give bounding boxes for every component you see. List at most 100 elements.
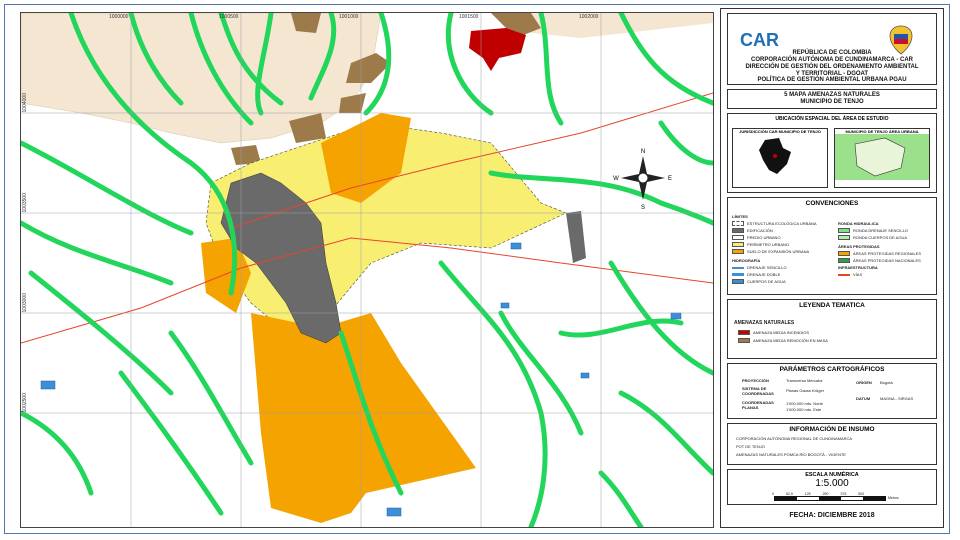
hydro-title: HIDROGRAFÍA: [732, 258, 761, 263]
param-value: Transversa Mercator: [786, 378, 823, 383]
legend-item: ESTRUCTURA ECOLÓGICA URBANA: [732, 221, 817, 226]
parameters-box: PARÁMETROS CARTOGRÁFICOS PROYECCIÓN Tran…: [727, 363, 937, 419]
legend-swatch: [738, 330, 750, 335]
location-inset-urban: MUNICIPIO DE TENJO ÁREA URBANA: [834, 128, 930, 188]
left-tick: 1002500: [22, 393, 28, 413]
thematic-legend-box: LEYENDA TEMATICA AMENAZAS NATURALES AMEN…: [727, 299, 937, 359]
date-box: FECHA: DICIEMBRE 2018: [727, 509, 937, 525]
compass-south: S: [641, 205, 645, 211]
map-title-box: 5 MAPA AMENAZAS NATURALES MUNICIPIO DE T…: [727, 89, 937, 109]
legend-swatch: [732, 273, 744, 276]
scale-title: ESCALA NUMÉRICA: [805, 472, 859, 478]
ronda-title: RONDA HIDRAULICA: [838, 221, 879, 226]
param-label: ORIGEN: [856, 380, 872, 385]
header-box: CAR REPÚBLICA DE COLOMBIA CORPORACIÓN AU…: [727, 13, 937, 85]
legend-panel: CAR REPÚBLICA DE COLOMBIA CORPORACIÓN AU…: [720, 8, 944, 528]
scale-box: ESCALA NUMÉRICA 1:5.000 0 62,5 125 250 3…: [727, 469, 937, 505]
top-tick: 1001500: [459, 14, 479, 20]
limits-title: LÍMITES: [732, 214, 748, 219]
jurisdiction-map-icon: [759, 138, 791, 174]
scale-tick: 500: [858, 492, 865, 496]
legend-item: PREDIO URBANO: [732, 235, 781, 240]
legend-item: CUERPOS DE AGUA: [732, 279, 786, 284]
top-tick: 1000000: [109, 14, 129, 20]
legend-swatch: [732, 266, 744, 269]
legend-swatch: [732, 228, 744, 233]
terrain-zone: [21, 13, 382, 144]
location-title: UBICACIÓN ESPACIAL DEL ÁREA DE ESTUDIO: [775, 116, 889, 122]
param-label: SISTEMA DE COORDENADAS: [742, 386, 774, 396]
map-date: FECHA: DICIEMBRE 2018: [789, 512, 875, 519]
fire-hazard-patch: [469, 28, 526, 71]
map-subtitle: MUNICIPIO DE TENJO: [800, 99, 864, 105]
scale-bar: [774, 496, 886, 501]
param-value: Bogotá: [880, 380, 893, 385]
scale-value: 1:5.000: [815, 478, 849, 489]
scale-tick: 125: [804, 492, 811, 496]
param-value: Planas Gauss Krüger: [786, 388, 825, 393]
legend-swatch: [732, 242, 744, 247]
header-line: CORPORACIÓN AUTÓNOMA DE CUNDINAMARCA - C…: [751, 57, 913, 63]
legend-swatch: [838, 228, 850, 233]
thematic-subtitle: AMENAZAS NATURALES: [734, 320, 795, 326]
infra-title: INFRAESTRUCTURA: [838, 265, 878, 270]
compass-west: W: [613, 176, 619, 182]
left-tick: 1003500: [22, 193, 28, 213]
map-canvas[interactable]: N S E W: [21, 13, 713, 527]
legend-swatch: [732, 279, 744, 284]
legend-item: DRENAJE SENCILLO: [732, 265, 787, 270]
compass-east: E: [668, 176, 672, 182]
top-tick: 1001000: [339, 14, 359, 20]
input-line: CORPORACIÓN AUTÓNOMA REGIONAL DE CUNDINA…: [736, 436, 853, 441]
legend-item: ÁREAS PROTEGIDAS REGIONALES: [838, 251, 921, 256]
params-title: PARÁMETROS CARTOGRÁFICOS: [779, 366, 885, 373]
map-area[interactable]: N S E W 1000000 1000500 1001000 1001500 …: [20, 12, 714, 528]
protected-title: ÁREAS PROTEGIDAS: [838, 244, 880, 249]
car-logo: CAR: [740, 30, 779, 50]
urban-area-map-icon: [835, 134, 929, 180]
thematic-title: LEYENDA TEMATICA: [799, 302, 865, 309]
legend-swatch: [838, 251, 850, 256]
top-tick: 1000500: [219, 14, 239, 20]
legend-item: PERÍMETRO URBANO: [732, 242, 789, 247]
compass-north: N: [641, 149, 645, 155]
left-tick: 1003000: [22, 293, 28, 313]
legend-item: SUELO DE EXPANSIÓN URBANA: [732, 249, 809, 254]
conventions-title: CONVENCIONES: [805, 200, 859, 207]
scale-tick: 62,5: [785, 492, 793, 496]
param-label: COORDENADAS PLANAS: [742, 400, 774, 410]
legend-swatch: [732, 235, 744, 240]
legend-item: DRENAJE DOBLE: [732, 272, 780, 277]
legend-swatch: [838, 235, 850, 240]
param-value: MAGNA - SIRGAS: [880, 396, 914, 401]
legend-swatch: [732, 221, 744, 226]
header-policy-line: POLÍTICA DE GESTIÓN AMBIENTAL URBANA PGA…: [757, 77, 907, 83]
param-label: PROYECCIÓN: [742, 378, 769, 383]
urban-structure: [566, 211, 586, 263]
legend-item: AMENAZA MEDIA REMOCIÓN EN MASA: [738, 338, 828, 343]
scale-tick: 0: [772, 492, 774, 496]
legend-item: RONDA CUERPOS DE AGUA: [838, 235, 907, 240]
legend-swatch: [838, 258, 850, 263]
location-inset-jurisdiction: JURISDICCIÓN CAR MUNICIPIO DE TENJO: [732, 128, 828, 188]
expansion-zone: [251, 313, 476, 523]
left-tick: 1004000: [22, 93, 28, 113]
top-tick: 1002000: [579, 14, 599, 20]
param-value: 1'000.000 mts. Este: [786, 407, 822, 412]
map-title: 5 MAPA AMENAZAS NATURALES: [784, 92, 880, 98]
scale-ticks: 0 62,5 125 250 375 500: [772, 492, 864, 496]
legend-swatch: [738, 338, 750, 343]
header-line: REPÚBLICA DE COLOMBIA: [792, 50, 872, 56]
inputs-title: INFORMACIÓN DE INSUMO: [789, 426, 875, 433]
legend-item: RONDA DRENAJE SENCILLO: [838, 228, 908, 233]
legend-item: AMENAZA MEDIA INCENDIOS: [738, 330, 809, 335]
scale-unit: Metros: [888, 496, 899, 500]
param-value: 1'000.000 mts. Norte: [786, 401, 824, 406]
legend-item: EDIFICACIÓN: [732, 228, 773, 233]
legend-swatch: [732, 249, 744, 254]
scale-tick: 250: [822, 492, 829, 496]
param-label: DATUM: [856, 396, 871, 401]
inputs-box: INFORMACIÓN DE INSUMO CORPORACIÓN AUTÓNO…: [727, 423, 937, 465]
conventions-box: CONVENCIONES LÍMITES ESTRUCTURA ECOLÓGIC…: [727, 197, 937, 295]
legend-swatch: [838, 273, 850, 276]
